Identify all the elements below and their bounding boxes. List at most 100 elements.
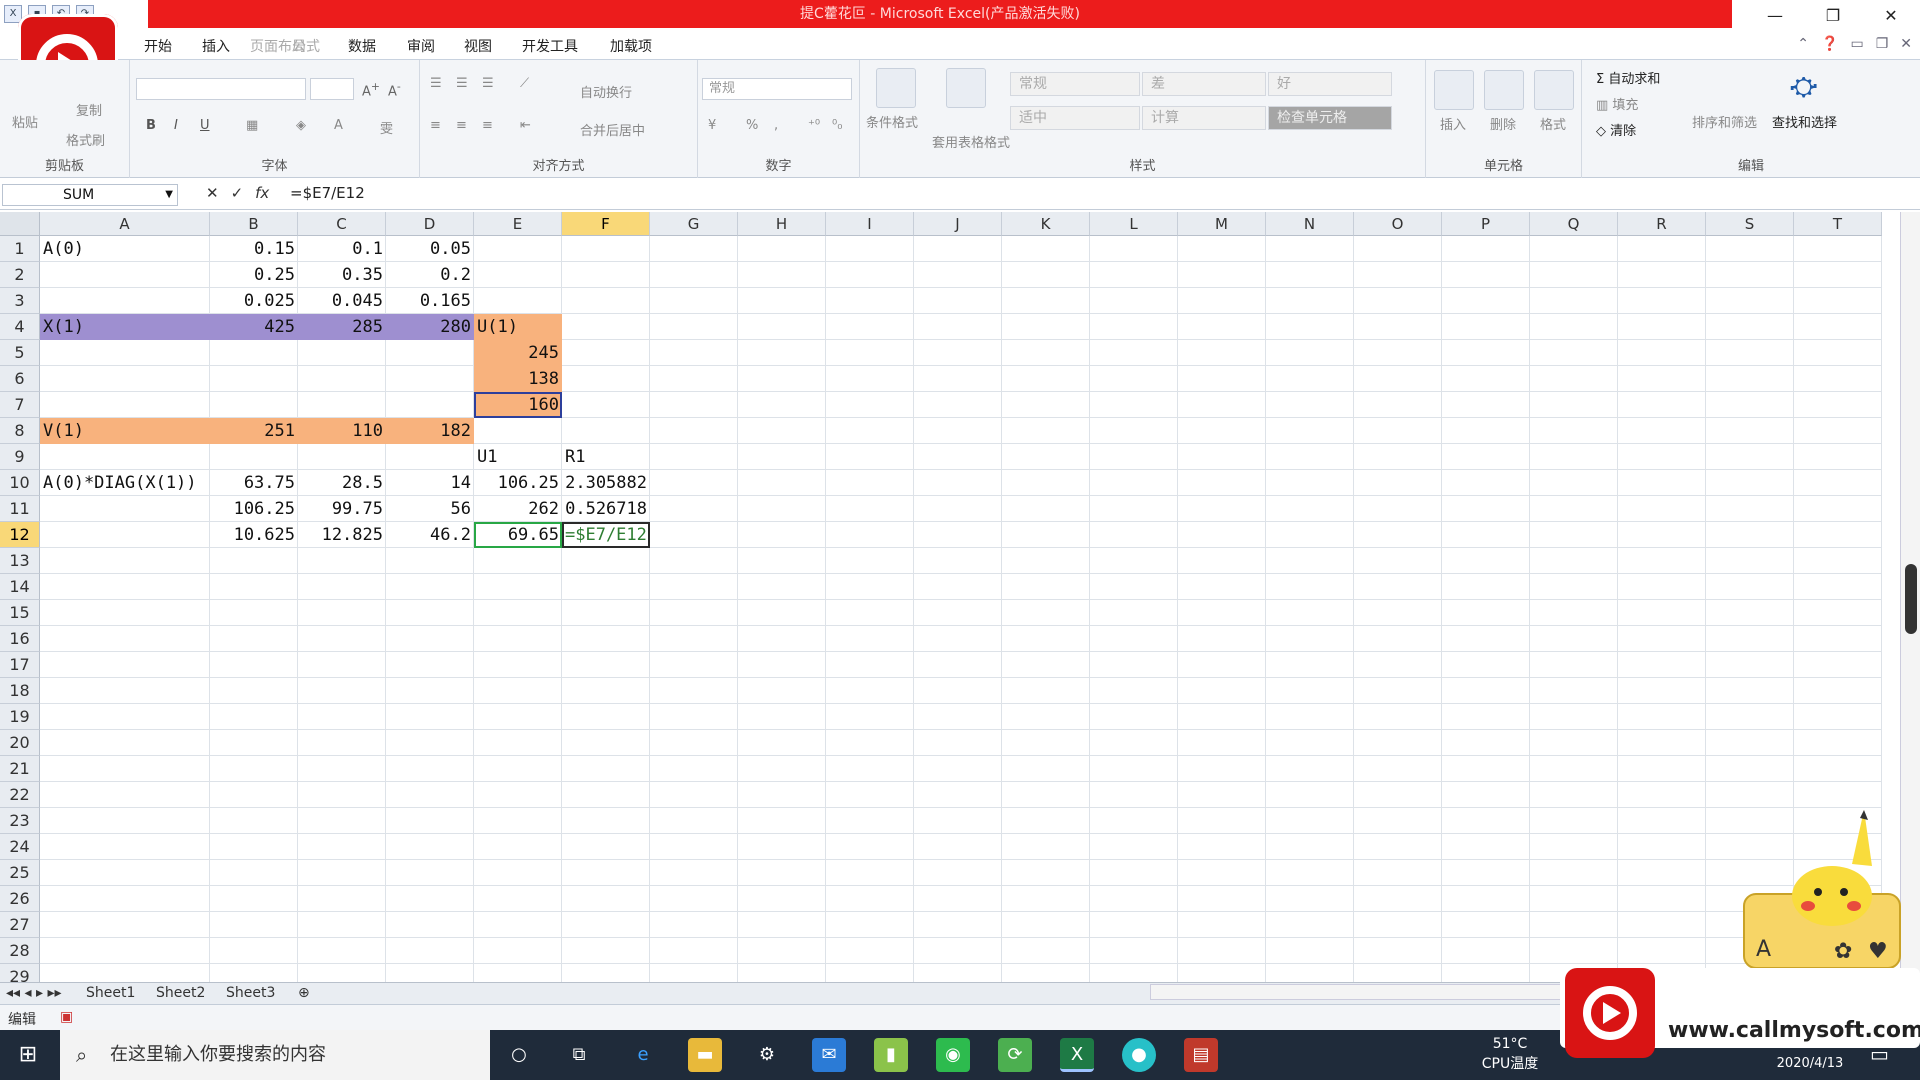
conditional-format-button[interactable]: 条件格式 — [866, 112, 918, 131]
row-header-22[interactable]: 22 — [0, 782, 40, 808]
row-header-27[interactable]: 27 — [0, 912, 40, 938]
align-right-icon[interactable]: ≡ — [482, 118, 493, 133]
column-header-O[interactable]: O — [1354, 212, 1442, 236]
copy-button[interactable]: 复制 — [76, 100, 102, 119]
minimize-workbook-icon[interactable]: ▭ — [1850, 36, 1863, 52]
tab-addins[interactable]: 加载项 — [610, 36, 652, 56]
cancel-icon[interactable]: ✕ — [206, 184, 219, 202]
cell-E6[interactable]: 138 — [474, 366, 562, 392]
cell-B12[interactable]: 10.625 — [210, 522, 298, 548]
cell-C2[interactable]: 0.35 — [298, 262, 386, 288]
delete-cells-button[interactable]: 删除 — [1490, 114, 1516, 133]
column-header-C[interactable]: C — [298, 212, 386, 236]
cell-A1[interactable]: A(0) — [40, 236, 210, 262]
column-header-M[interactable]: M — [1178, 212, 1266, 236]
cell-A4[interactable]: X(1) — [40, 314, 210, 340]
font-size-combo[interactable] — [310, 78, 354, 100]
row-header-25[interactable]: 25 — [0, 860, 40, 886]
clear-button[interactable]: ◇ 清除 — [1596, 120, 1636, 139]
phonetic-icon[interactable]: 雯 — [380, 118, 393, 137]
row-header-2[interactable]: 2 — [0, 262, 40, 288]
border-icon[interactable]: ▦ — [246, 118, 258, 133]
format-cells-icon[interactable] — [1534, 70, 1574, 110]
cell-C1[interactable]: 0.1 — [298, 236, 386, 262]
notes-app-icon[interactable]: ▮ — [874, 1038, 908, 1072]
font-name-combo[interactable] — [136, 78, 306, 100]
increase-decimal-icon[interactable]: ⁺⁰ — [808, 118, 820, 133]
table-format-icon[interactable] — [946, 68, 986, 108]
column-header-A[interactable]: A — [40, 212, 210, 236]
row-header-17[interactable]: 17 — [0, 652, 40, 678]
cell-B11[interactable]: 106.25 — [210, 496, 298, 522]
insert-cells-icon[interactable] — [1434, 70, 1474, 110]
row-header-7[interactable]: 7 — [0, 392, 40, 418]
binoculars-icon[interactable]: ⛮ — [1790, 72, 1817, 103]
minimize-button[interactable]: — — [1746, 0, 1804, 32]
column-header-D[interactable]: D — [386, 212, 474, 236]
insert-cells-button[interactable]: 插入 — [1440, 114, 1466, 133]
excel-taskbar-icon[interactable]: X — [1060, 1038, 1094, 1072]
conditional-format-icon[interactable] — [876, 68, 916, 108]
row-header-4[interactable]: 4 — [0, 314, 40, 340]
sheet-tab-2[interactable]: Sheet2 — [156, 985, 205, 1001]
row-header-18[interactable]: 18 — [0, 678, 40, 704]
row-header-11[interactable]: 11 — [0, 496, 40, 522]
edge-browser-icon[interactable]: e — [626, 1038, 660, 1072]
paste-button[interactable]: 粘贴 — [12, 112, 38, 131]
column-header-I[interactable]: I — [826, 212, 914, 236]
insert-sheet-icon[interactable]: ⊕ — [298, 985, 310, 1001]
cell-C12[interactable]: 12.825 — [298, 522, 386, 548]
column-header-G[interactable]: G — [650, 212, 738, 236]
cell-C3[interactable]: 0.045 — [298, 288, 386, 314]
cell-E5[interactable]: 245 — [474, 340, 562, 366]
column-header-L[interactable]: L — [1090, 212, 1178, 236]
tab-developer[interactable]: 开发工具 — [522, 36, 578, 56]
name-box-dropdown-icon[interactable]: ▼ — [165, 185, 173, 205]
tab-home[interactable]: 开始 — [144, 36, 172, 56]
cell-E4[interactable]: U(1) — [474, 314, 562, 340]
table-format-button[interactable]: 套用表格格式 — [932, 132, 1010, 151]
formula-input[interactable]: =$E7/E12 — [290, 184, 365, 202]
indent-icon[interactable]: ⇤ — [520, 118, 531, 133]
task-view-icon[interactable]: ⧉ — [562, 1038, 596, 1072]
row-header-21[interactable]: 21 — [0, 756, 40, 782]
delete-cells-icon[interactable] — [1484, 70, 1524, 110]
align-bottom-icon[interactable]: ☰ — [482, 76, 494, 91]
cell-F9[interactable]: R1 — [562, 444, 650, 470]
row-header-1[interactable]: 1 — [0, 236, 40, 262]
insert-function-icon[interactable]: fx — [255, 184, 269, 202]
cell-E11[interactable]: 262 — [474, 496, 562, 522]
style-neutral[interactable]: 适中 — [1010, 106, 1140, 130]
tab-formulas[interactable]: 公式 — [292, 36, 320, 56]
wechat-icon[interactable]: ◉ — [936, 1038, 970, 1072]
number-format-combo[interactable]: 常规 — [702, 78, 852, 100]
cell-D3[interactable]: 0.165 — [386, 288, 474, 314]
bulb-app-icon[interactable]: ● — [1122, 1038, 1156, 1072]
row-header-16[interactable]: 16 — [0, 626, 40, 652]
taskbar-search-box[interactable]: ⌕ 在这里输入你要搜索的内容 — [60, 1030, 490, 1080]
row-header-6[interactable]: 6 — [0, 366, 40, 392]
grow-font-icon[interactable]: A+ — [362, 80, 380, 99]
comma-icon[interactable]: , — [774, 118, 778, 133]
style-calc[interactable]: 计算 — [1142, 106, 1266, 130]
column-header-P[interactable]: P — [1442, 212, 1530, 236]
style-normal[interactable]: 常规 — [1010, 72, 1140, 96]
fill-color-icon[interactable]: ◈ — [296, 118, 306, 133]
worksheet-grid[interactable]: A B C D E F G H I J K L M N O P Q R S T 1 2 3 4 5 6 7 8 9 10 11 12 13 14 1… — [0, 212, 1920, 982]
row-header-12[interactable]: 12 — [0, 522, 40, 548]
row-header-23[interactable]: 23 — [0, 808, 40, 834]
cell-B3[interactable]: 0.025 — [210, 288, 298, 314]
cell-B1[interactable]: 0.15 — [210, 236, 298, 262]
sheet-tab-1[interactable]: Sheet1 — [86, 985, 135, 1001]
style-bad[interactable]: 差 — [1142, 72, 1266, 96]
macro-record-icon[interactable]: ▣ — [60, 1009, 73, 1025]
row-header-8[interactable]: 8 — [0, 418, 40, 444]
merge-center-button[interactable]: 合并后居中 — [580, 120, 645, 139]
bold-button[interactable]: B — [146, 118, 156, 133]
cell-D8[interactable]: 182 — [386, 418, 474, 444]
column-header-J[interactable]: J — [914, 212, 1002, 236]
style-good[interactable]: 好 — [1268, 72, 1392, 96]
help-icon[interactable]: ❓ — [1821, 36, 1838, 52]
wrap-text-button[interactable]: 自动换行 — [580, 82, 632, 101]
cell-A8[interactable]: V(1) — [40, 418, 210, 444]
